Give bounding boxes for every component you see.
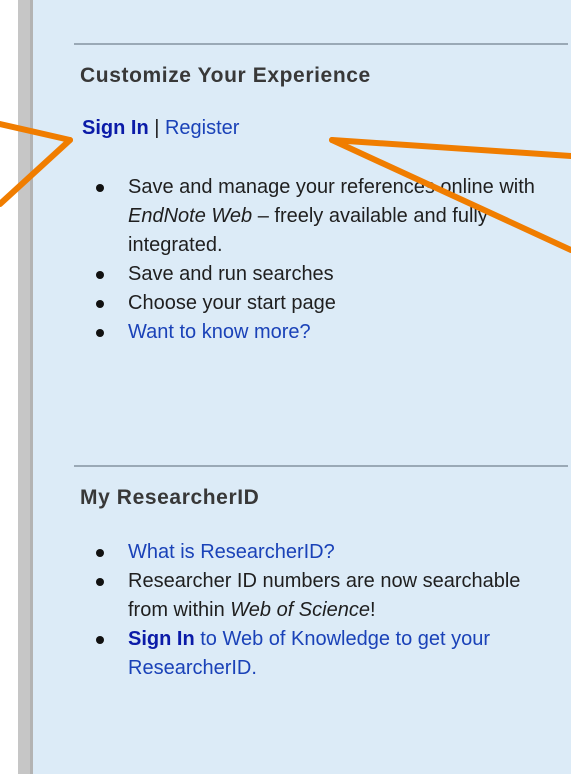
- list-item: Want to know more?: [92, 318, 562, 347]
- sign-in-link[interactable]: Sign In: [82, 117, 149, 139]
- list-item-text: Save and run searches: [128, 263, 334, 285]
- researcherid-section-title: My ResearcherID: [80, 486, 260, 509]
- signin-separator: |: [148, 117, 165, 139]
- researcherid-sign-in-link[interactable]: Sign In: [128, 628, 195, 650]
- list-item: Save and run searches: [92, 260, 562, 289]
- list-item-text: Choose your start page: [128, 292, 336, 314]
- web-of-science-name: Web of Science: [230, 599, 370, 621]
- bullet-icon: [96, 549, 104, 557]
- bullet-icon: [96, 271, 104, 279]
- section-divider: [74, 465, 568, 467]
- bullet-icon: [96, 329, 104, 337]
- list-item-text: !: [369, 599, 376, 621]
- signin-register-line: Sign In | Register: [82, 117, 239, 140]
- want-to-know-more-link[interactable]: Want to know more?: [128, 321, 311, 343]
- section-divider: [74, 43, 568, 45]
- customize-benefits-list: Save and manage your references online w…: [92, 173, 562, 347]
- list-item-text: Save and manage your references online w…: [128, 176, 535, 198]
- bullet-icon: [96, 300, 104, 308]
- what-is-researcherid-link[interactable]: What is ResearcherID?: [128, 541, 335, 563]
- bullet-icon: [96, 184, 104, 192]
- researcherid-list: What is ResearcherID? Researcher ID numb…: [92, 538, 562, 683]
- list-item: Choose your start page: [92, 289, 562, 318]
- bullet-icon: [96, 636, 104, 644]
- customize-section-title: Customize Your Experience: [80, 64, 371, 87]
- list-item: Sign In to Web of Knowledge to get your …: [92, 625, 562, 683]
- register-link[interactable]: Register: [165, 117, 239, 139]
- list-item: What is ResearcherID?: [92, 538, 562, 567]
- sidebar-scroll-bar: [18, 0, 33, 774]
- endnote-web-name: EndNote Web: [128, 205, 253, 227]
- page-margin: [0, 0, 18, 774]
- list-item: Save and manage your references online w…: [92, 173, 562, 260]
- bullet-icon: [96, 578, 104, 586]
- list-item: Researcher ID numbers are now searchable…: [92, 567, 562, 625]
